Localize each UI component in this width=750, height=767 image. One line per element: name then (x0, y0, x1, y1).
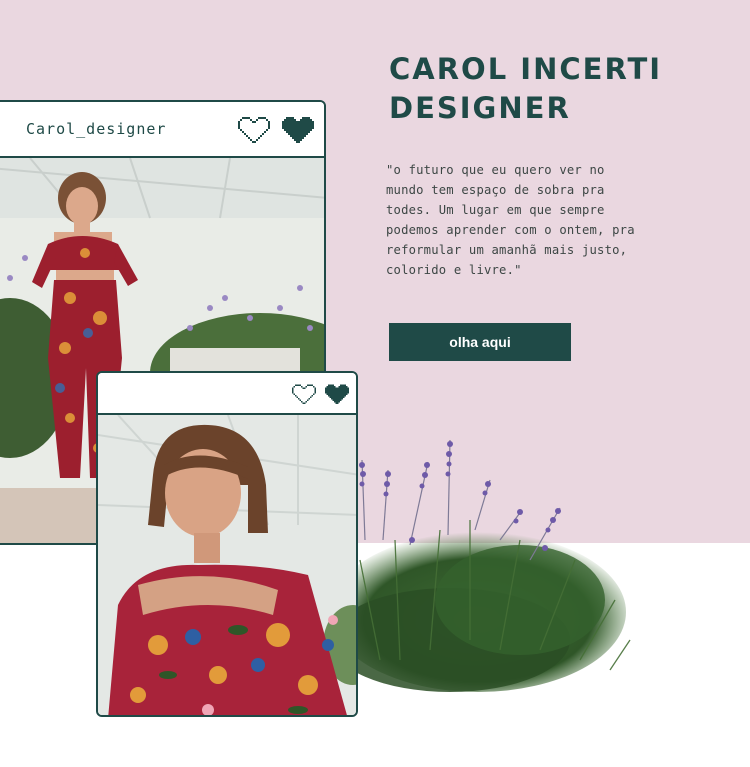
post-username: Carol_designer (26, 120, 167, 138)
title-line-2: DESIGNER (389, 91, 571, 125)
quote-line: "o futuro que eu quero ver no (386, 163, 605, 177)
olha-aqui-button[interactable]: olha aqui (389, 323, 571, 361)
post-card-closeup (96, 371, 358, 717)
post-header: Carol_designer (0, 102, 324, 158)
post-photo-closeup (98, 415, 356, 715)
heart-filled-icon[interactable] (282, 117, 314, 147)
quote-line: mundo tem espaço de sobra pra (386, 183, 605, 197)
quote-line: colorido e livre." (386, 263, 522, 277)
quote-line: podemos aprender com o ontem, pra (386, 223, 635, 237)
heart-filled-icon[interactable] (325, 384, 349, 408)
quote-line: todes. Um lugar em que sempre (386, 203, 605, 217)
page-title: CAROL INCERTI DESIGNER (389, 50, 662, 128)
heart-outline-icon[interactable] (292, 384, 316, 408)
post-header (98, 373, 356, 415)
title-line-1: CAROL INCERTI (389, 52, 663, 86)
quote-line: reformular um amanhã mais justo, (386, 243, 628, 257)
heart-outline-icon[interactable] (238, 117, 270, 147)
designer-quote: "o futuro que eu quero ver no mundo tem … (386, 160, 716, 280)
